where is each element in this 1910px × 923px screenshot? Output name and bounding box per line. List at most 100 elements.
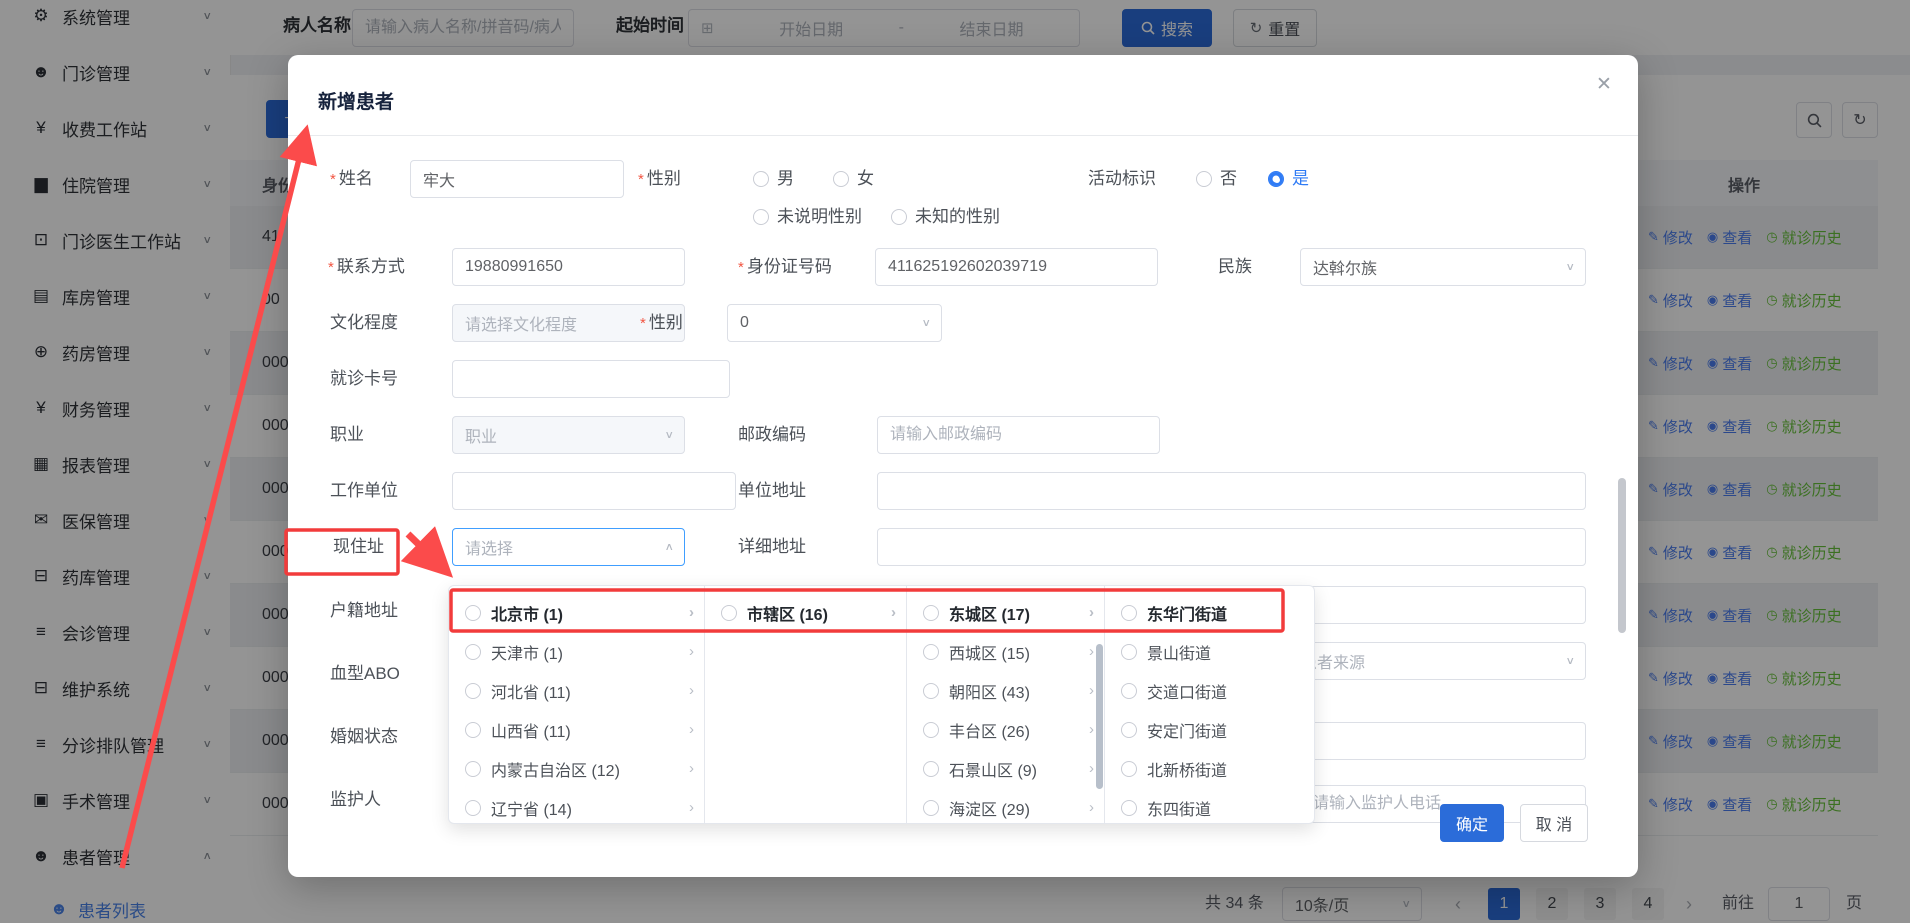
cascader-district-column: 东城区 (17) › 西城区 (15) › 朝阳区 (43) › [907,586,1105,823]
id-card-input[interactable] [876,249,1157,285]
radio-icon [753,209,769,225]
radio-icon [753,171,769,187]
household-address-label: 户籍地址 [330,592,398,630]
chevron-right-icon: › [891,604,896,621]
cascader-option[interactable]: 安定门街道 [1105,710,1314,749]
unit-address-input[interactable] [878,473,1585,509]
detail-address-label: 详细地址 [738,528,806,566]
cancel-button[interactable]: 取 消 [1520,804,1588,842]
nation-select[interactable]: 达斡尔族∨ [1300,248,1586,286]
radio-icon [721,605,737,621]
radio-icon [833,171,849,187]
card-no-label: 就诊卡号 [330,360,398,398]
cascader-option[interactable]: 辽宁省 (14) › [449,788,704,827]
cascader-option[interactable]: 山西省 (11) › [449,710,704,749]
radio-icon [923,605,939,621]
address-cascader-panel: 北京市 (1) › 天津市 (1) › 河北省 (11) › [448,585,1315,824]
education-label: 文化程度 [330,304,398,342]
active-flag-label: 活动标识 [1088,160,1156,198]
contact-input[interactable] [453,249,684,285]
cascader-option[interactable]: 交道口街道 [1105,671,1314,710]
detail-address-input[interactable] [878,529,1585,565]
radio-icon [1121,761,1137,777]
current-address-cascader[interactable]: 请选择∧ [452,528,685,566]
card-no-input[interactable] [453,361,729,397]
radio-icon [1121,683,1137,699]
chevron-right-icon: › [1089,604,1094,621]
cascader-option[interactable]: 海淀区 (29) › [907,788,1104,827]
gender-code-label: *性别 [640,304,683,343]
work-unit-label: 工作单位 [330,472,398,510]
guardian-label: 监护人 [330,781,381,819]
radio-icon [891,209,907,225]
gender-code-select[interactable]: 0∨ [727,304,942,342]
radio-icon [1196,171,1212,187]
chevron-right-icon: › [689,643,694,660]
occupation-label: 职业 [330,416,364,454]
blood-type-label: 血型ABO [330,655,400,693]
chevron-right-icon: › [689,760,694,777]
radio-icon [465,605,481,621]
cascader-option[interactable]: 丰台区 (26) › [907,710,1104,749]
work-unit-input-wrap [452,472,736,510]
current-address-label: 现住址 [333,528,384,566]
gender-unstated-radio[interactable]: 未说明性别 [753,205,862,229]
radio-icon [1121,644,1137,660]
chevron-up-icon: ∧ [664,541,674,554]
radio-icon [465,683,481,699]
postcode-input[interactable] [878,417,1159,453]
gender-male-radio[interactable]: 男 [753,167,794,191]
modal-scrollbar[interactable] [1618,478,1626,633]
radio-icon [465,722,481,738]
cascader-city-column: 市辖区 (16) › [705,586,907,823]
postcode-input-wrap [877,416,1160,454]
radio-icon [923,644,939,660]
chevron-down-icon: ∨ [1565,261,1575,274]
cascader-option[interactable]: 市辖区 (16) › [705,593,906,632]
chevron-right-icon: › [689,682,694,699]
id-card-label: *身份证号码 [738,248,832,287]
cascader-option[interactable]: 景山街道 [1105,632,1314,671]
gender-label: *性别 [638,160,681,199]
gender-unknown-radio[interactable]: 未知的性别 [891,205,1000,229]
cascader-option[interactable]: 东四街道 [1105,788,1314,827]
radio-icon [1121,605,1137,621]
radio-icon [465,644,481,660]
radio-icon [1121,800,1137,816]
gender-female-radio[interactable]: 女 [833,167,874,191]
unit-address-label: 单位地址 [738,472,806,510]
radio-checked-icon [1268,171,1284,187]
cascader-option[interactable]: 天津市 (1) › [449,632,704,671]
cascader-province-column: 北京市 (1) › 天津市 (1) › 河北省 (11) › [449,586,705,823]
work-unit-input[interactable] [453,473,735,509]
cascader-option[interactable]: 石景山区 (9) › [907,749,1104,788]
chevron-down-icon: ∨ [664,429,674,442]
chevron-right-icon: › [1089,760,1094,777]
chevron-down-icon: ∨ [1565,655,1575,668]
name-input[interactable] [411,161,623,197]
dialog-divider [288,135,1638,136]
cascader-option[interactable]: 朝阳区 (43) › [907,671,1104,710]
cascader-option[interactable]: 东华门街道 [1105,593,1314,632]
close-icon[interactable]: ✕ [1596,73,1612,96]
radio-icon [923,722,939,738]
cascader-street-column: 东华门街道 景山街道 交道口街道 安定门街道 [1105,586,1314,823]
confirm-button[interactable]: 确定 [1440,804,1504,842]
cascader-option[interactable]: 东城区 (17) › [907,593,1104,632]
cascader-option[interactable]: 内蒙古自治区 (12) › [449,749,704,788]
cascader-option[interactable]: 河北省 (11) › [449,671,704,710]
active-flag-no-radio[interactable]: 否 [1196,167,1237,191]
unit-address-input-wrap [877,472,1586,510]
add-patient-dialog: 新增患者 ✕ *姓名 *性别 男 女 活动标识 否 是 未说明性别 未知的性别 … [288,55,1638,877]
cascader-option[interactable]: 北新桥街道 [1105,749,1314,788]
chevron-right-icon: › [689,721,694,738]
occupation-select[interactable]: 职业∨ [452,416,685,454]
contact-label: *联系方式 [328,248,405,287]
chevron-right-icon: › [689,799,694,816]
chevron-right-icon: › [1089,682,1094,699]
radio-icon [923,800,939,816]
active-flag-yes-radio[interactable]: 是 [1268,167,1309,191]
cascader-option[interactable]: 西城区 (15) › [907,632,1104,671]
cascader-option[interactable]: 北京市 (1) › [449,593,704,632]
name-input-wrap [410,160,624,198]
